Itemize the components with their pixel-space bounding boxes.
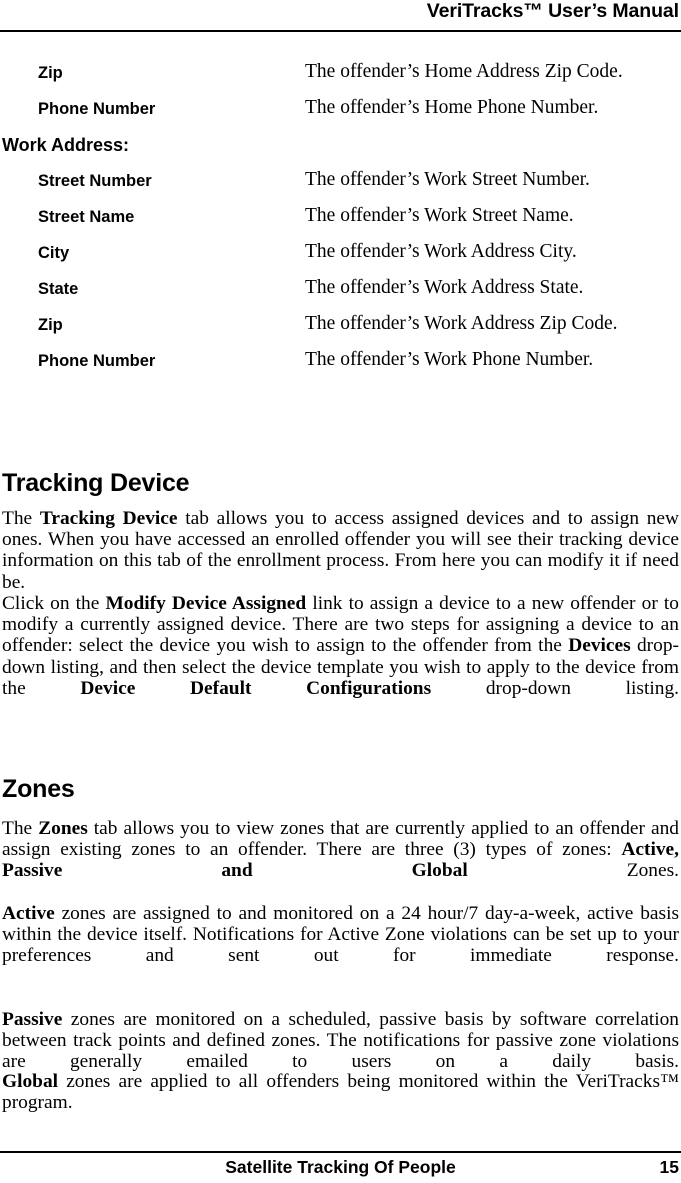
body-text: zones are assigned to and monitored on a… (2, 903, 679, 967)
definition-term: Street Name (38, 208, 135, 226)
paragraph-tracking-device-2: Click on the Modify Device Assigned link… (2, 593, 679, 720)
page-header: VeriTracks™ User’s Manual (0, 0, 681, 31)
body-text: zones are applied to all offenders being… (2, 1071, 679, 1114)
paragraph-zones-active: Active zones are assigned to and monitor… (2, 903, 679, 988)
page-content: Zip The offender’s Home Address Zip Code.… (2, 61, 679, 386)
footer-organization: Satellite Tracking Of People (225, 1157, 456, 1177)
definition-term: Zip (38, 64, 63, 82)
body-text: Click on the (2, 593, 106, 614)
emphasis-text: Global (2, 1071, 59, 1092)
definition-description: The offender’s Work Street Number. (305, 169, 590, 190)
definition-row: Zip The offender’s Work Address Zip Code. (2, 313, 679, 350)
body-text: tab allows you to view zones that are cu… (2, 818, 680, 861)
emphasis-text: Passive (2, 1009, 63, 1030)
definition-section-header: Work Address: (2, 134, 679, 170)
definition-term: City (38, 244, 70, 262)
page-footer: Satellite Tracking Of People 15 (0, 1151, 681, 1183)
field-definition-list: Zip The offender’s Home Address Zip Code.… (2, 61, 679, 386)
body-text: The (2, 818, 39, 839)
definition-description: The offender’s Home Address Zip Code. (305, 61, 623, 82)
definition-row: Street Name The offender’s Work Street Na… (2, 205, 679, 242)
emphasis-text: Zones (38, 818, 88, 839)
header-title: VeriTracks™ User’s Manual (426, 0, 679, 22)
header-divider (0, 30, 681, 32)
footer-divider (0, 1151, 681, 1153)
definition-description: The offender’s Work Address State. (305, 277, 584, 298)
emphasis-text: Modify Device Assigned (105, 593, 307, 614)
definition-description: The offender’s Work Street Name. (305, 205, 574, 226)
document-page: VeriTracks™ User’s Manual Zip The offende… (0, 0, 681, 1183)
emphasis-text: Devices (568, 635, 631, 657)
body-text: Zones. (467, 860, 679, 882)
definition-term: Phone Number (38, 100, 156, 118)
definition-row: Phone Number The offender’s Work Phone Nu… (2, 349, 679, 386)
paragraph-zones-1: The Zones tab allows you to view zones t… (2, 818, 679, 903)
definition-description: The offender’s Home Phone Number. (305, 97, 599, 118)
body-text: The (2, 508, 40, 529)
definition-description: The offender’s Work Address Zip Code. (305, 313, 618, 334)
definition-row: State The offender’s Work Address State. (2, 277, 679, 314)
body-text: zones are monitored on a scheduled, pass… (2, 1009, 679, 1073)
footer-page-number: 15 (659, 1157, 679, 1177)
definition-term: Phone Number (38, 352, 156, 370)
definition-description: The offender’s Work Phone Number. (305, 349, 594, 370)
definition-term: Street Number (38, 172, 152, 190)
definition-row: Zip The offender’s Home Address Zip Code. (2, 61, 679, 98)
paragraph-zones-global: Global zones are applied to all offender… (2, 1071, 679, 1135)
definition-row: Phone Number The offender’s Home Phone Nu… (2, 97, 679, 134)
definition-description: The offender’s Work Address City. (305, 241, 577, 262)
body-text: drop-down listing. (431, 677, 679, 699)
definition-row: Street Number The offender’s Work Street … (2, 169, 679, 206)
emphasis-text: Tracking Device (39, 508, 178, 529)
definition-row: City The offender’s Work Address City. (2, 241, 679, 278)
definition-term: Zip (38, 316, 63, 334)
definition-term: State (38, 280, 79, 298)
definition-section-label: Work Address: (2, 135, 130, 155)
heading-zones: Zones (2, 775, 75, 803)
emphasis-text: Active (2, 903, 55, 924)
emphasis-text: Device Default Configurations (80, 677, 432, 699)
heading-tracking-device: Tracking Device (2, 469, 190, 497)
